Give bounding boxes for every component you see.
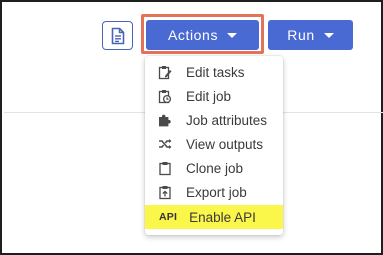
- clipboard-icon: [157, 160, 173, 176]
- run-button-label: Run: [287, 27, 315, 43]
- puzzle-icon: [157, 112, 173, 128]
- edit-job-icon: [157, 88, 173, 104]
- menu-item-label: Export job: [186, 184, 247, 200]
- actions-button[interactable]: Actions: [146, 20, 259, 50]
- menu-item-label: Edit tasks: [186, 64, 245, 80]
- export-icon: [157, 184, 173, 200]
- menu-item-label: View outputs: [186, 136, 264, 152]
- menu-item-label: Edit job: [186, 88, 232, 104]
- document-icon: [111, 27, 124, 44]
- menu-item-label: Clone job: [186, 160, 244, 176]
- edit-tasks-icon: [157, 64, 173, 80]
- menu-item-edit-tasks[interactable]: Edit tasks: [145, 60, 283, 84]
- menu-item-enable-api[interactable]: API Enable API: [145, 205, 283, 229]
- shuffle-icon: [157, 136, 173, 152]
- menu-item-export-job[interactable]: Export job: [145, 180, 283, 204]
- api-icon: API: [159, 211, 178, 223]
- menu-item-view-outputs[interactable]: View outputs: [145, 132, 283, 156]
- chevron-down-icon: [323, 32, 334, 38]
- menu-item-edit-job[interactable]: Edit job: [145, 84, 283, 108]
- menu-item-job-attributes[interactable]: Job attributes: [145, 108, 283, 132]
- menu-item-label: Enable API: [189, 209, 256, 225]
- document-button[interactable]: [102, 21, 133, 50]
- actions-menu: Edit tasks Edit job Job attributes View …: [145, 56, 283, 235]
- app-frame: Actions Run Edit tasks Edit job Job attr…: [0, 0, 383, 255]
- menu-item-clone-job[interactable]: Clone job: [145, 156, 283, 180]
- actions-button-label: Actions: [167, 27, 219, 43]
- run-button[interactable]: Run: [268, 20, 353, 50]
- chevron-down-icon: [227, 32, 238, 38]
- menu-item-label: Job attributes: [186, 112, 268, 128]
